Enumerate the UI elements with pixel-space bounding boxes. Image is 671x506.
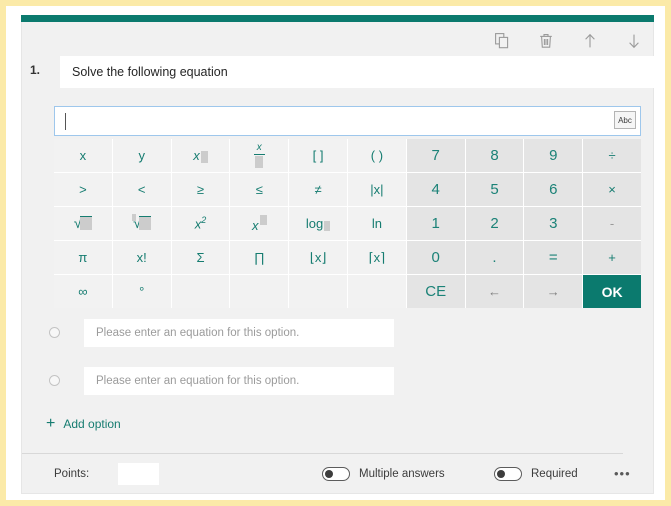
keypad-key-[interactable]: ∏ — [230, 241, 289, 274]
toggle-knob — [325, 470, 333, 478]
keypad-key-[interactable]: - — [583, 207, 641, 240]
keypad-key-9[interactable]: 9 — [524, 139, 583, 172]
move-down-icon[interactable] — [621, 28, 647, 54]
question-number: 1. — [30, 63, 41, 77]
move-up-icon[interactable] — [577, 28, 603, 54]
keypad-key-y[interactable]: y — [112, 139, 171, 172]
keypad-key-[interactable]: < — [112, 173, 171, 206]
required-label: Required — [531, 468, 578, 480]
keypad-key-[interactable]: ∞ — [54, 275, 112, 308]
keypad-key-x[interactable]: |x| — [347, 173, 406, 206]
keypad-key-[interactable]: + — [583, 241, 641, 274]
question-toolbar — [489, 28, 647, 54]
option-radio[interactable] — [49, 375, 60, 386]
copy-icon[interactable] — [489, 28, 515, 54]
required-toggle-group: Required — [494, 467, 578, 481]
accent-top-bar — [21, 15, 654, 22]
keypad-key-[interactable]: = — [524, 241, 583, 274]
abc-toggle-button[interactable]: Abc — [614, 111, 636, 129]
toggle-knob — [497, 470, 505, 478]
keypad-key-OK[interactable]: OK — [583, 275, 641, 308]
keypad-key-[interactable]: > — [54, 173, 112, 206]
keypad-key-[interactable]: ° — [112, 275, 171, 308]
option-row: Please enter an equation for this option… — [46, 367, 406, 395]
keypad-key-[interactable]: ÷ — [583, 139, 641, 172]
add-option-button[interactable]: + Add option — [46, 416, 121, 432]
delete-icon[interactable] — [533, 28, 559, 54]
keypad-blank-cell — [289, 275, 347, 308]
keypad-key-[interactable]: . — [465, 241, 524, 274]
keypad-key-[interactable]: √ — [112, 207, 171, 240]
keypad-key-4[interactable]: 4 — [406, 173, 465, 206]
keypad-blank-cell — [171, 275, 230, 308]
keypad-key-[interactable]: ≠ — [289, 173, 347, 206]
keypad-key-x[interactable]: x2 — [171, 207, 230, 240]
keypad-key-[interactable]: π — [54, 241, 112, 274]
keypad-key-log[interactable]: log — [289, 207, 347, 240]
option-radio[interactable] — [49, 327, 60, 338]
option-row: Please enter an equation for this option… — [46, 319, 406, 347]
keypad-key-x[interactable]: x! — [112, 241, 171, 274]
keypad-key-x[interactable]: x — [230, 207, 289, 240]
keypad-key-x[interactable]: ⌊x⌋ — [289, 241, 347, 274]
multiple-answers-label: Multiple answers — [359, 468, 445, 480]
question-footer: Points: Multiple answers Required ••• — [22, 454, 630, 494]
keypad-key-[interactable]: Σ — [171, 241, 230, 274]
multiple-answers-toggle[interactable] — [322, 467, 350, 481]
keypad-key-[interactable]: ( ) — [347, 139, 406, 172]
keypad-key-[interactable]: × — [583, 173, 641, 206]
plus-icon: + — [46, 415, 56, 432]
more-options-icon[interactable]: ••• — [614, 467, 631, 480]
multiple-answers-toggle-group: Multiple answers — [322, 467, 445, 481]
points-input[interactable] — [118, 463, 159, 485]
keypad-key-1[interactable]: 1 — [406, 207, 465, 240]
question-title-input[interactable]: Solve the following equation — [60, 56, 657, 88]
points-label: Points: — [54, 468, 90, 480]
question-header-row: 1. Solve the following equation — [22, 56, 657, 88]
keypad-key-x[interactable]: x — [54, 139, 112, 172]
keypad-key-5[interactable]: 5 — [465, 173, 524, 206]
keypad-key-[interactable]: ≥ — [171, 173, 230, 206]
keypad-key-x[interactable]: ⌈x⌉ — [347, 241, 406, 274]
keypad-key-x[interactable]: x — [230, 139, 289, 172]
add-option-label: Add option — [63, 417, 121, 431]
keypad-key-6[interactable]: 6 — [524, 173, 583, 206]
keypad-key-x[interactable]: x — [171, 139, 230, 172]
keypad-key-[interactable]: √ — [54, 207, 112, 240]
keypad-key-7[interactable]: 7 — [406, 139, 465, 172]
text-caret — [65, 113, 66, 130]
keypad-blank-cell — [230, 275, 289, 308]
option-equation-input[interactable]: Please enter an equation for this option… — [84, 319, 394, 347]
keypad-key-3[interactable]: 3 — [524, 207, 583, 240]
keypad-key-0[interactable]: 0 — [406, 241, 465, 274]
keypad-key-[interactable]: ≤ — [230, 173, 289, 206]
required-toggle[interactable] — [494, 467, 522, 481]
forms-question-editor-screen: 1. Solve the following equation Abc xyxx… — [0, 0, 671, 506]
keypad-key-[interactable]: → — [524, 275, 583, 308]
keypad-key-[interactable]: ← — [465, 275, 524, 308]
keypad-key-ln[interactable]: ln — [347, 207, 406, 240]
option-equation-input[interactable]: Please enter an equation for this option… — [84, 367, 394, 395]
keypad-key-2[interactable]: 2 — [465, 207, 524, 240]
math-keypad: x y x x[ ]( ) 7 8 9 ÷ > < ≥ ≤ ≠ |x| 4 5 6 × √ √ x2 x log ln 1 2 3-… — [54, 139, 641, 308]
keypad-key-[interactable]: [ ] — [289, 139, 347, 172]
keypad-key-8[interactable]: 8 — [465, 139, 524, 172]
equation-input[interactable]: Abc — [54, 106, 641, 136]
keypad-blank-cell — [347, 275, 406, 308]
keypad-key-CE[interactable]: CE — [406, 275, 465, 308]
